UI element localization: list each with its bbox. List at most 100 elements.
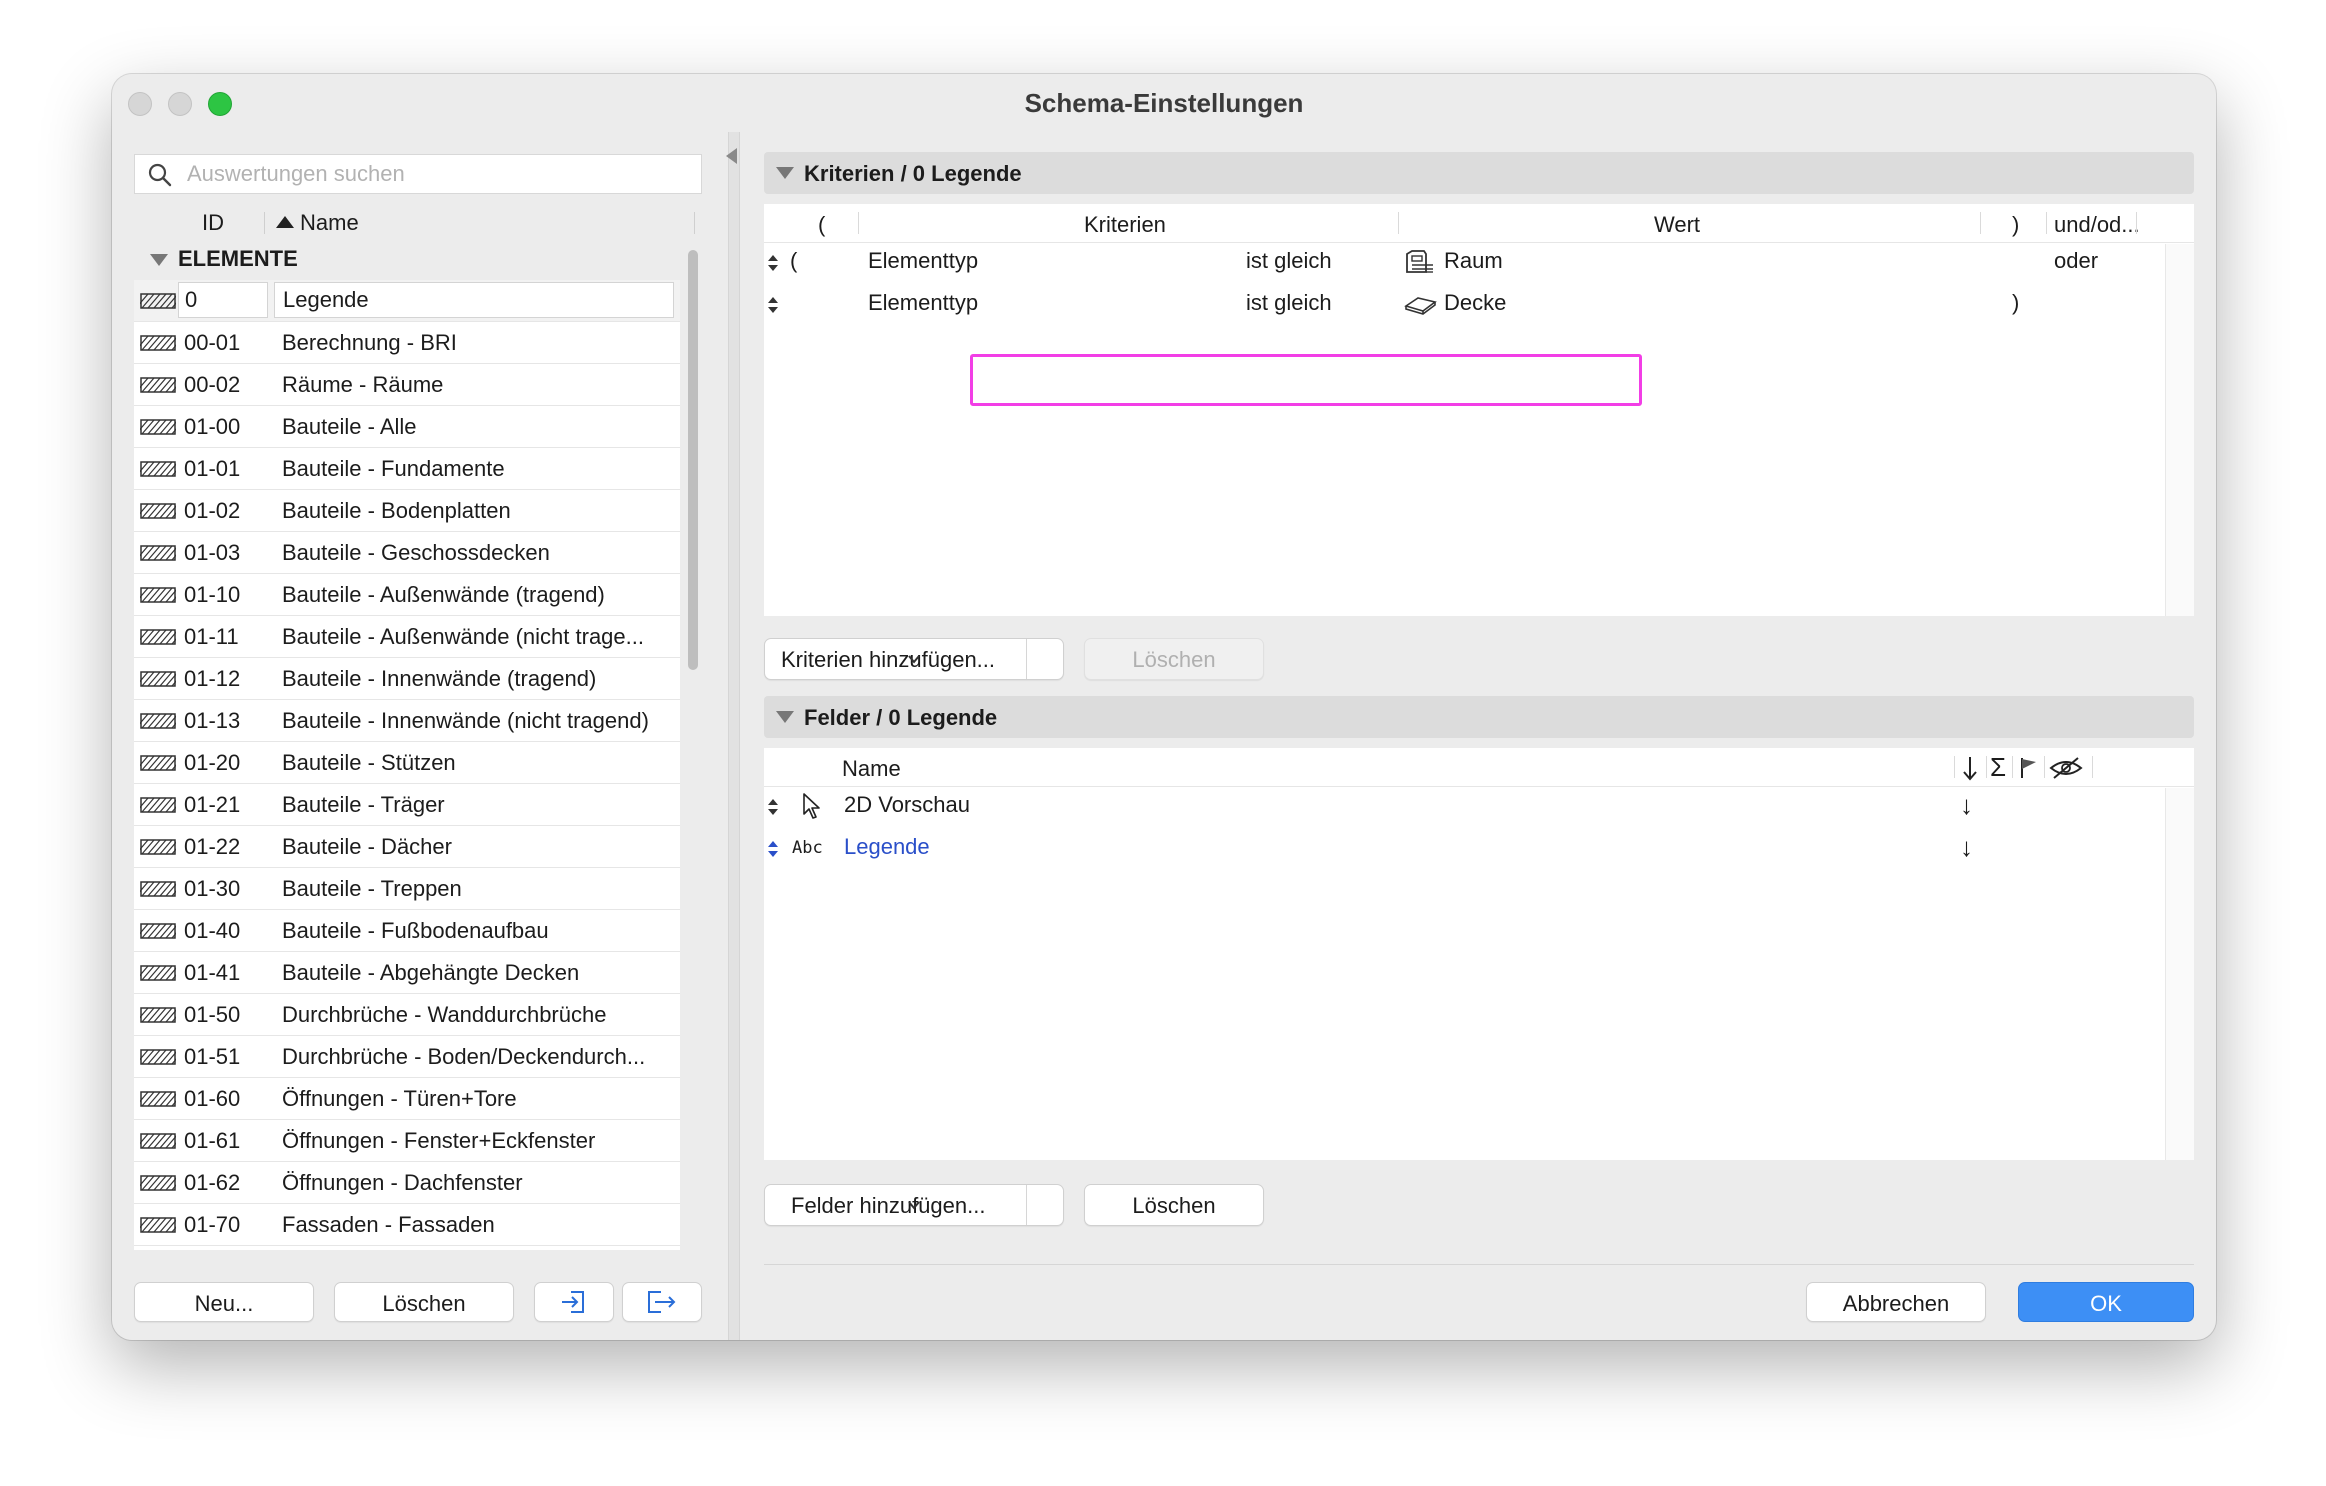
- list-item[interactable]: 0 Legende: [134, 280, 680, 322]
- delete-schedule-button[interactable]: Löschen: [334, 1282, 514, 1322]
- criteria-andor[interactable]: oder: [2054, 248, 2098, 274]
- reorder-handle-icon[interactable]: [766, 252, 780, 274]
- pane-splitter[interactable]: [728, 132, 740, 1340]
- list-item-id: 01-00: [184, 414, 241, 439]
- list-item[interactable]: 01-50 Durchbrüche - Wanddurchbrüche: [134, 994, 680, 1036]
- list-item[interactable]: 01-40 Bauteile - Fußbodenaufbau: [134, 910, 680, 952]
- list-item-id: 00-01: [184, 330, 241, 355]
- window-title: Schema-Einstellungen: [1024, 88, 1304, 118]
- column-separator: [1980, 212, 1981, 234]
- hatch-icon: [140, 1091, 176, 1107]
- list-item[interactable]: 01-62 Öffnungen - Dachfenster: [134, 1162, 680, 1204]
- delete-schedule-label: Löschen: [382, 1291, 466, 1316]
- criteria-open-paren[interactable]: (: [790, 248, 797, 274]
- export-button[interactable]: [622, 1282, 702, 1322]
- column-header-name[interactable]: Name: [300, 210, 359, 236]
- list-item[interactable]: 01-30 Bauteile - Treppen: [134, 868, 680, 910]
- list-scrollbar[interactable]: [686, 244, 700, 1248]
- collapse-pane-icon[interactable]: [726, 148, 737, 164]
- list-item[interactable]: 01-61 Öffnungen - Fenster+Eckfenster: [134, 1120, 680, 1162]
- reorder-handle-icon[interactable]: [766, 838, 780, 860]
- delete-criteria-button[interactable]: Löschen: [1084, 638, 1264, 680]
- fields-section-header[interactable]: Felder / 0 Legende: [764, 696, 2194, 738]
- list-item[interactable]: 01-20 Bauteile - Stützen: [134, 742, 680, 784]
- list-item[interactable]: 01-10 Bauteile - Außenwände (tragend): [134, 574, 680, 616]
- criteria-close-paren[interactable]: ): [2012, 290, 2019, 316]
- list-item[interactable]: 01-41 Bauteile - Abgehängte Decken: [134, 952, 680, 994]
- search-box[interactable]: [134, 154, 702, 194]
- schedule-list[interactable]: ELEMENTE 0 Legende 00-01 Berechnung - BRI 00…: [134, 238, 680, 1250]
- hatch-icon: [140, 629, 176, 645]
- fields-scrollbar[interactable]: [2165, 788, 2194, 1160]
- list-item[interactable]: 01-51 Durchbrüche - Boden/Deckendurch...: [134, 1036, 680, 1078]
- chevron-down-icon[interactable]: [906, 1198, 922, 1212]
- column-separator: [2046, 212, 2047, 234]
- field-name[interactable]: 2D Vorschau: [844, 792, 970, 818]
- criteria-section-header[interactable]: Kriterien / 0 Legende: [764, 152, 2194, 194]
- header-divider: [764, 786, 2194, 787]
- group-label: ELEMENTE: [178, 246, 298, 271]
- fields-table: Name Σ 2D Vorschau ↓ Abc Legende ↓: [764, 748, 2194, 1160]
- criteria-value[interactable]: Raum: [1444, 248, 1503, 274]
- criteria-scrollbar[interactable]: [2165, 244, 2194, 616]
- list-item[interactable]: 01-00 Bauteile - Alle: [134, 406, 680, 448]
- list-item-name: Bauteile - Innenwände (tragend): [282, 666, 597, 691]
- criteria-value[interactable]: Decke: [1444, 290, 1506, 316]
- field-sort[interactable]: ↓: [1960, 790, 1973, 821]
- criteria-field[interactable]: Elementtyp: [868, 248, 978, 274]
- disclosure-triangle-icon[interactable]: [776, 167, 794, 179]
- disclosure-triangle-icon[interactable]: [776, 711, 794, 723]
- header-divider: [764, 242, 2194, 243]
- list-item[interactable]: 00-02 Räume - Räume: [134, 364, 680, 406]
- dialog-window: Schema-Einstellungen ID Name ELEMENTE 0L…: [112, 74, 2216, 1340]
- cancel-button[interactable]: Abbrechen: [1806, 1282, 1986, 1322]
- title-bar: Schema-Einstellungen: [112, 74, 2216, 132]
- hatch-icon: [140, 1007, 176, 1023]
- ok-button[interactable]: OK: [2018, 1282, 2194, 1322]
- chevron-down-icon[interactable]: [906, 652, 922, 666]
- add-fields-dropdown[interactable]: Felder hinzufügen...: [764, 1184, 1064, 1226]
- search-input[interactable]: [187, 159, 687, 189]
- list-item[interactable]: 00-01 Berechnung - BRI: [134, 322, 680, 364]
- field-sort[interactable]: ↓: [1960, 832, 1973, 863]
- criteria-field[interactable]: Elementtyp: [868, 290, 978, 316]
- column-separator: [858, 212, 859, 234]
- list-item[interactable]: 01-03 Bauteile - Geschossdecken: [134, 532, 680, 574]
- group-row-elemente[interactable]: ELEMENTE: [134, 238, 680, 280]
- field-name[interactable]: Legende: [844, 834, 930, 860]
- hatch-icon: [140, 965, 176, 981]
- list-item-id: 00-02: [184, 372, 241, 397]
- list-item-id: 01-22: [184, 834, 241, 859]
- list-item[interactable]: 01-70 Fassaden - Fassaden: [134, 1204, 680, 1246]
- import-button[interactable]: [534, 1282, 614, 1322]
- reorder-handle-icon[interactable]: [766, 294, 780, 316]
- hatch-icon: [140, 1049, 176, 1065]
- list-item[interactable]: 01-22 Bauteile - Dächer: [134, 826, 680, 868]
- list-item-name: Öffnungen - Fenster+Eckfenster: [282, 1128, 596, 1153]
- criteria-table: ( Kriterien Wert ) und/od... ( Elementty…: [764, 204, 2194, 616]
- column-separator: [2012, 756, 2013, 778]
- list-item-id: 01-11: [184, 624, 239, 649]
- list-item-name: Bauteile - Geschossdecken: [282, 540, 550, 565]
- list-item[interactable]: 01-01 Bauteile - Fundamente: [134, 448, 680, 490]
- reorder-handle-icon[interactable]: [766, 796, 780, 818]
- criteria-operator[interactable]: ist gleich: [1246, 290, 1332, 316]
- criteria-header-close: ): [2012, 212, 2020, 237]
- delete-fields-button[interactable]: Löschen: [1084, 1184, 1264, 1226]
- criteria-operator[interactable]: ist gleich: [1246, 248, 1332, 274]
- list-item[interactable]: 01-12 Bauteile - Innenwände (tragend): [134, 658, 680, 700]
- footer-divider: [764, 1264, 2194, 1265]
- new-button[interactable]: Neu...: [134, 1282, 314, 1322]
- scrollbar-thumb[interactable]: [688, 250, 698, 670]
- add-criteria-dropdown[interactable]: Kriterien hinzufügen...: [764, 638, 1064, 680]
- list-item[interactable]: 01-21 Bauteile - Träger: [134, 784, 680, 826]
- list-item[interactable]: 01-02 Bauteile - Bodenplatten: [134, 490, 680, 532]
- list-item[interactable]: 01-13 Bauteile - Innenwände (nicht tragen…: [134, 700, 680, 742]
- list-item[interactable]: 01-60 Öffnungen - Türen+Tore: [134, 1078, 680, 1120]
- disclosure-triangle-icon[interactable]: [150, 254, 168, 266]
- list-item[interactable]: 01-11 Bauteile - Außenwände (nicht trage.…: [134, 616, 680, 658]
- criteria-header-value: Wert: [1654, 212, 1701, 237]
- column-header-id[interactable]: ID: [202, 210, 224, 236]
- column-separator: [2044, 756, 2045, 778]
- list-item-id: 01-13: [184, 708, 241, 733]
